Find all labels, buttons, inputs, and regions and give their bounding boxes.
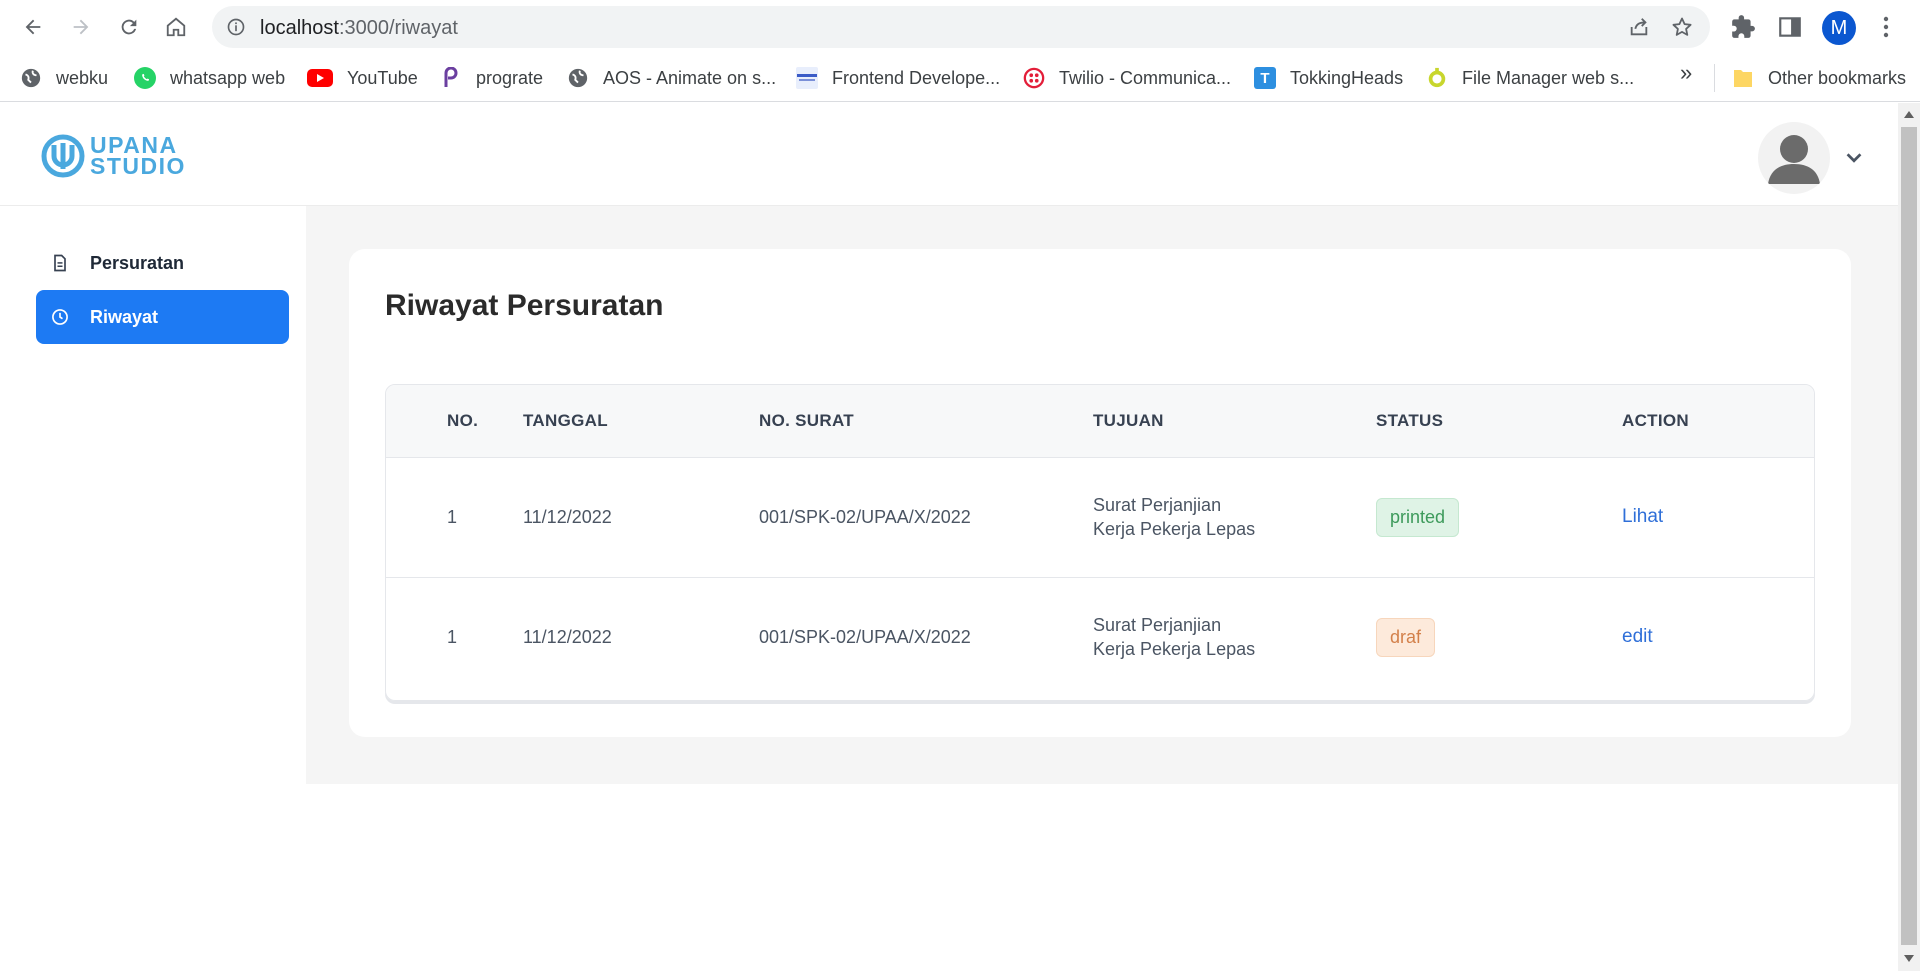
home-button[interactable] xyxy=(159,10,193,44)
share-icon[interactable] xyxy=(1628,16,1650,38)
cell-action: edit xyxy=(1622,577,1814,697)
cell-no-surat: 001/SPK-02/UPAA/X/2022 xyxy=(759,506,971,527)
user-avatar[interactable] xyxy=(1758,122,1830,194)
filemanager-icon xyxy=(1426,67,1448,89)
reload-icon xyxy=(121,19,137,35)
sidebar-item-label: Riwayat xyxy=(90,306,159,327)
bookmarks-bar: webku whatsapp web YouTube prograte AOS … xyxy=(0,54,1920,102)
scroll-down-arrow-icon[interactable] xyxy=(1904,955,1914,962)
bookmarks-overflow-button[interactable]: » xyxy=(1680,60,1692,86)
app-header: UPANA STUDIO xyxy=(0,103,1898,206)
reload-button[interactable] xyxy=(112,10,146,44)
cell-action: Lihat xyxy=(1622,457,1814,577)
column-header-no: NO. xyxy=(447,410,479,430)
column-header-tujuan: TUJUAN xyxy=(1093,410,1164,430)
bookmark-webku[interactable]: webku xyxy=(20,64,108,92)
cell-status: draf xyxy=(1376,577,1622,697)
column-header-status: STATUS xyxy=(1376,410,1444,430)
cell-tujuan: Surat Perjanjian Kerja Pekerja Lepas xyxy=(1093,615,1256,660)
twilio-icon xyxy=(1023,67,1045,89)
forward-button[interactable] xyxy=(64,10,98,44)
address-bar[interactable]: localhost:3000/riwayat xyxy=(212,6,1710,48)
history-card: Riwayat Persuratan NO. TANGGAL NO. SURAT… xyxy=(349,249,1851,737)
tokkingheads-icon: T xyxy=(1254,67,1276,89)
info-icon[interactable] xyxy=(226,17,246,37)
cell-no: 1 xyxy=(447,506,458,527)
user-silhouette-icon xyxy=(1768,135,1820,184)
table-row: 1 11/12/2022 001/SPK-02/UPAA/X/2022 Sura… xyxy=(386,457,1814,577)
bookmark-whatsapp[interactable]: whatsapp web xyxy=(134,64,285,92)
site-icon xyxy=(796,67,818,89)
history-table: NO. TANGGAL NO. SURAT TUJUAN STATUS ACTI… xyxy=(385,384,1815,701)
bookmark-tokkingheads[interactable]: T TokkingHeads xyxy=(1254,64,1403,92)
upana-logo-icon xyxy=(41,134,85,178)
scroll-up-arrow-icon[interactable] xyxy=(1904,111,1914,118)
globe-icon xyxy=(567,67,589,89)
clock-icon xyxy=(52,309,68,325)
prograte-icon xyxy=(440,67,462,89)
bookmarks-divider xyxy=(1714,64,1715,92)
side-panel-icon[interactable] xyxy=(1777,14,1803,40)
cell-tanggal: 11/12/2022 xyxy=(523,626,612,647)
url-text[interactable]: localhost:3000/riwayat xyxy=(260,17,458,39)
cell-tanggal: 11/12/2022 xyxy=(523,506,612,527)
document-icon xyxy=(54,254,66,272)
profile-avatar[interactable]: M xyxy=(1822,11,1856,45)
scroll-thumb[interactable] xyxy=(1901,127,1917,945)
browser-toolbar: localhost:3000/riwayat M xyxy=(0,0,1920,54)
globe-icon xyxy=(20,67,42,89)
status-badge: printed xyxy=(1376,497,1460,537)
extensions-icon[interactable] xyxy=(1730,14,1756,40)
sidebar-item-label: Persuratan xyxy=(90,252,185,273)
other-bookmarks[interactable]: Other bookmarks xyxy=(1732,64,1906,92)
youtube-icon xyxy=(307,69,333,87)
cell-no: 1 xyxy=(447,626,458,647)
edit-link[interactable]: edit xyxy=(1622,626,1653,647)
column-header-tanggal: TANGGAL xyxy=(523,410,608,430)
status-badge: draf xyxy=(1376,617,1436,657)
page-title: Riwayat Persuratan xyxy=(385,289,664,322)
back-button[interactable] xyxy=(16,10,50,44)
star-icon[interactable] xyxy=(1670,15,1694,39)
cell-tujuan: Surat Perjanjian Kerja Pekerja Lepas xyxy=(1093,495,1256,539)
sidebar-item-persuratan[interactable]: Persuratan xyxy=(36,236,289,290)
cell-no-surat: 001/SPK-02/UPAA/X/2022 xyxy=(759,626,971,647)
app-viewport: UPANA STUDIO Persuratan Riwayat Riwayat … xyxy=(0,103,1898,971)
logo-text: UPANA STUDIO xyxy=(90,132,186,179)
sidebar: Persuratan Riwayat xyxy=(0,206,306,971)
bookmark-file-manager[interactable]: File Manager web s... xyxy=(1426,64,1634,92)
logo[interactable]: UPANA STUDIO xyxy=(40,133,186,179)
arrow-right-icon xyxy=(73,19,89,35)
cell-status: printed xyxy=(1376,457,1622,577)
view-link[interactable]: Lihat xyxy=(1622,506,1663,527)
table-header-row: NO. TANGGAL NO. SURAT TUJUAN STATUS ACTI… xyxy=(386,385,1814,457)
home-icon xyxy=(166,17,186,37)
sidebar-item-riwayat[interactable]: Riwayat xyxy=(36,290,289,344)
bookmark-twilio[interactable]: Twilio - Communica... xyxy=(1023,64,1231,92)
column-header-no-surat: NO. SURAT xyxy=(759,410,854,430)
bookmark-prograte[interactable]: prograte xyxy=(440,64,543,92)
bookmark-frontend[interactable]: Frontend Develope... xyxy=(796,64,1000,92)
more-menu-icon[interactable] xyxy=(1876,14,1896,40)
chevron-down-icon[interactable] xyxy=(1843,147,1865,169)
arrow-left-icon xyxy=(25,19,41,35)
bookmark-aos[interactable]: AOS - Animate on s... xyxy=(567,64,776,92)
bookmark-youtube[interactable]: YouTube xyxy=(307,64,418,92)
whatsapp-icon xyxy=(134,67,156,89)
table-row: 1 11/12/2022 001/SPK-02/UPAA/X/2022 Sura… xyxy=(386,577,1814,697)
folder-icon xyxy=(1732,67,1754,89)
vertical-scrollbar[interactable] xyxy=(1898,103,1920,971)
column-header-action: ACTION xyxy=(1622,410,1689,430)
